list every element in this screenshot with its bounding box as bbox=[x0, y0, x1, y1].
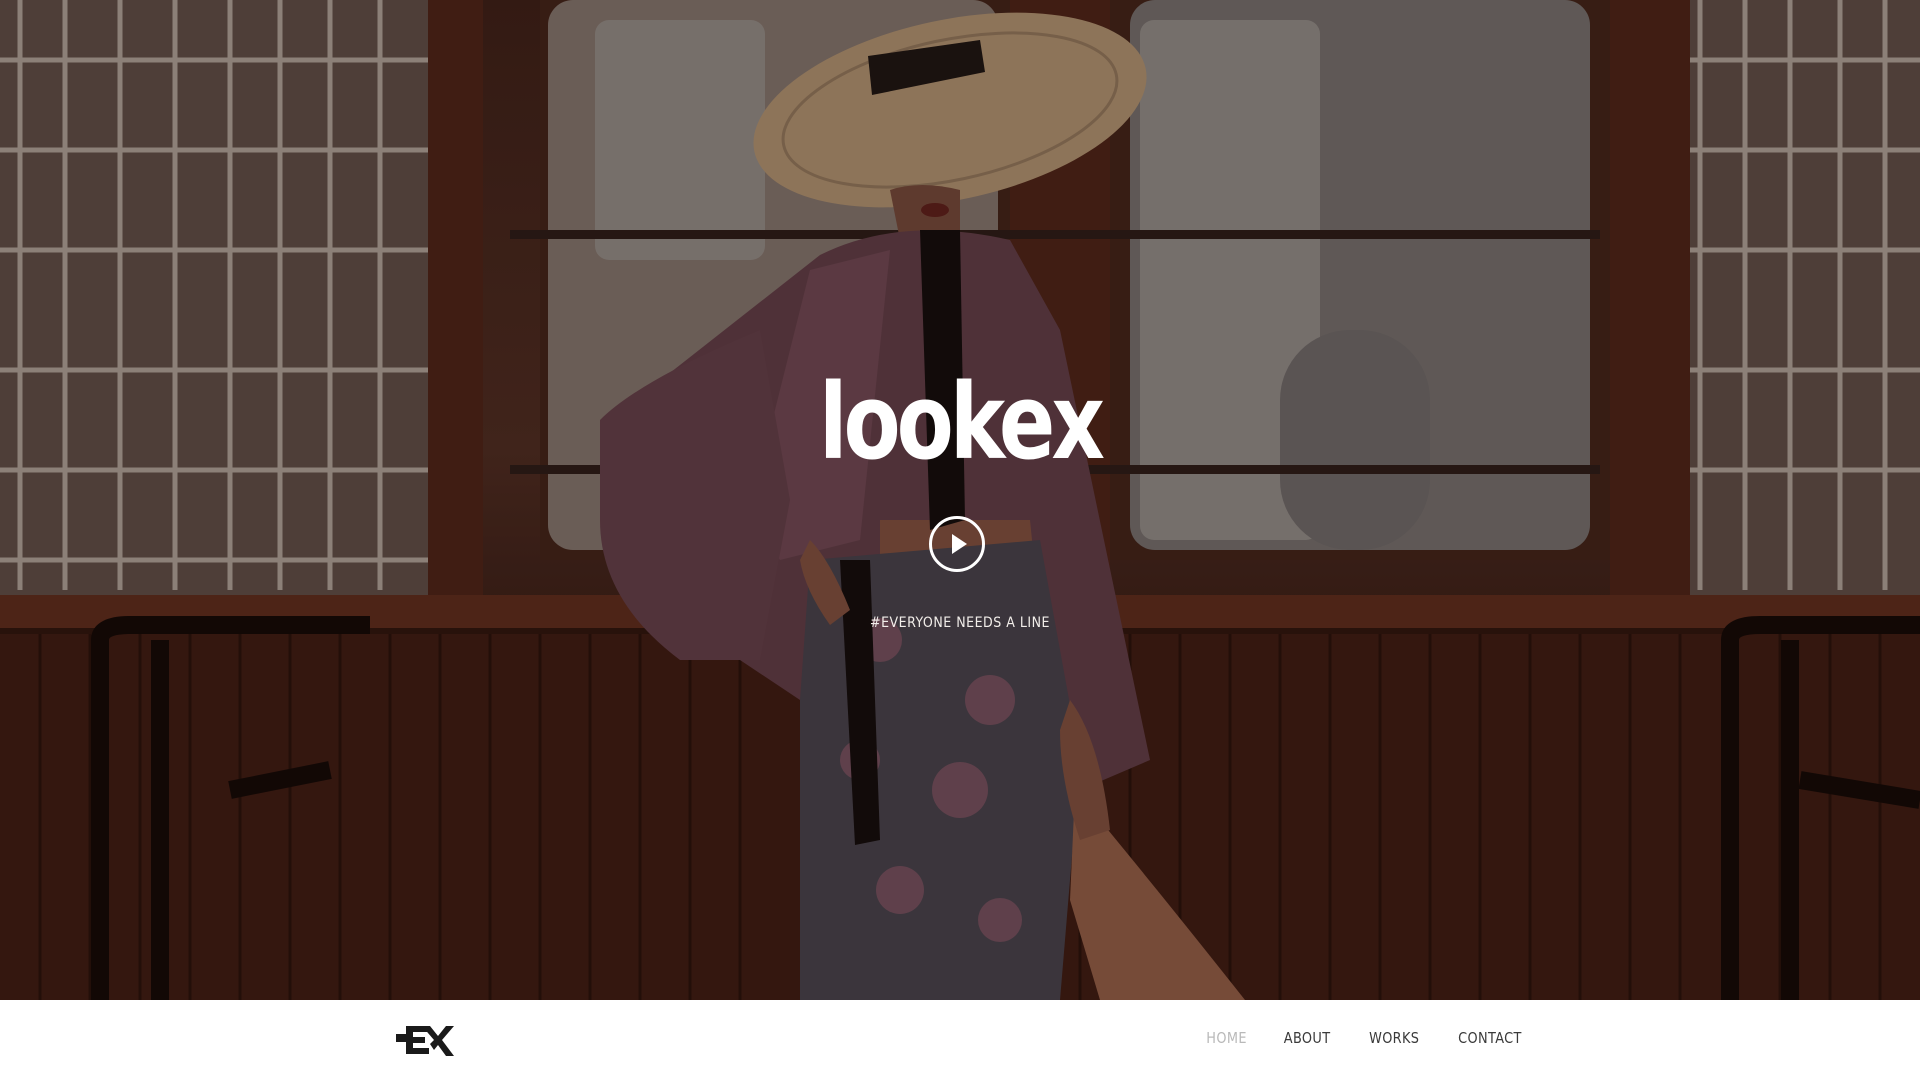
hero-section: lookex #EVERYONE NEEDS A LINE bbox=[0, 0, 1920, 1000]
nav-works-link[interactable]: WORKS bbox=[1369, 1029, 1419, 1047]
nav-about-link[interactable]: ABOUT bbox=[1284, 1029, 1331, 1047]
play-video-button[interactable] bbox=[929, 516, 985, 572]
nav-contact-link[interactable]: CONTACT bbox=[1458, 1029, 1522, 1047]
play-icon bbox=[952, 534, 967, 554]
nav-links: HOME ABOUT WORKS CONTACT bbox=[1203, 1029, 1527, 1047]
brand-title: lookex bbox=[818, 361, 1105, 483]
main-navbar: HOME ABOUT WORKS CONTACT bbox=[0, 1000, 1920, 1080]
ex-logo-icon bbox=[396, 1026, 454, 1056]
nav-home-link[interactable]: HOME bbox=[1207, 1029, 1248, 1047]
site-logo[interactable] bbox=[394, 1020, 454, 1060]
hero-content: lookex #EVERYONE NEEDS A LINE bbox=[0, 0, 1920, 1000]
hero-tagline: #EVERYONE NEEDS A LINE bbox=[870, 615, 1050, 631]
